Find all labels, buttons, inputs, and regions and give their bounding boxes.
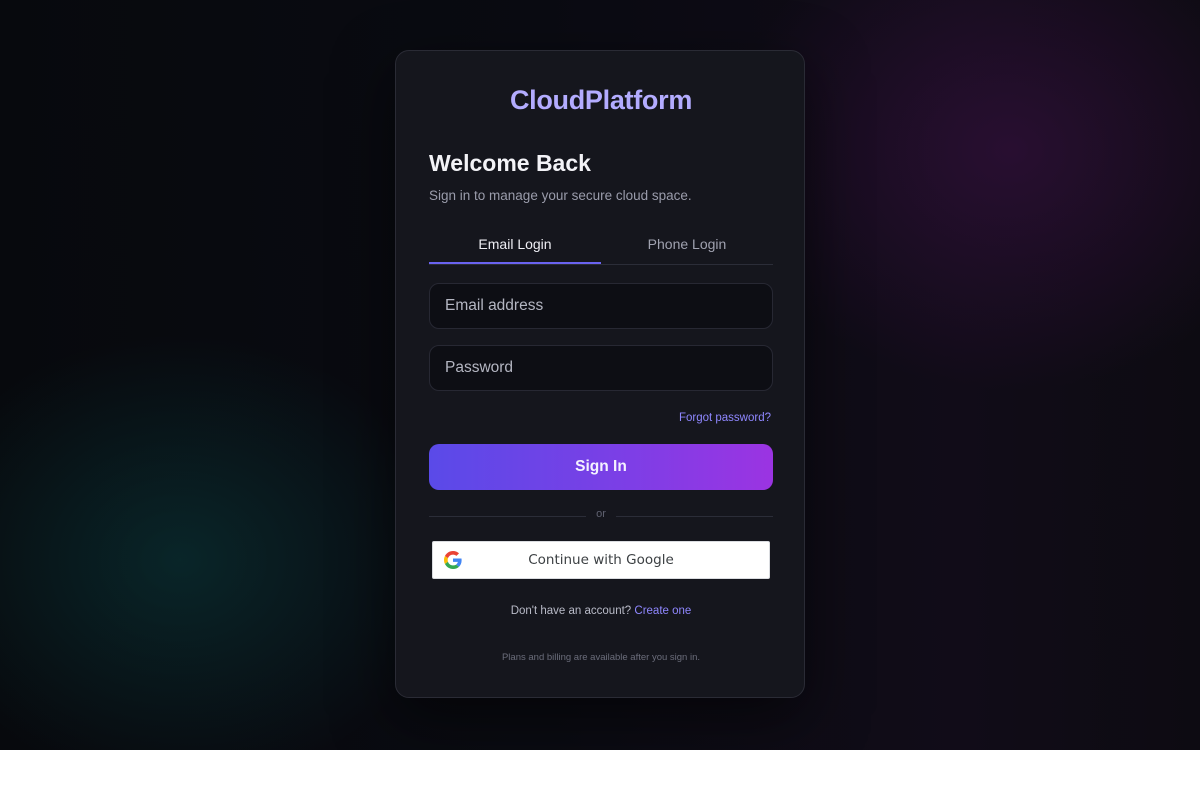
password-field[interactable] <box>429 345 773 391</box>
continue-with-google-button[interactable]: Continue with Google <box>432 541 770 579</box>
email-field[interactable] <box>429 283 773 329</box>
login-card: CloudPlatform Welcome Back Sign in to ma… <box>395 50 805 698</box>
page-background: CloudPlatform Welcome Back Sign in to ma… <box>0 0 1200 750</box>
forgot-password-link[interactable]: Forgot password? <box>679 412 771 424</box>
or-divider: or <box>429 508 773 524</box>
login-method-tabs: Email Login Phone Login <box>429 229 773 265</box>
page-subtitle: Sign in to manage your secure cloud spac… <box>429 188 692 203</box>
signup-prompt-text: Don't have an account? <box>510 605 632 617</box>
brand-logo-text: CloudPlatform <box>509 85 693 115</box>
signup-prompt: Don't have an account? Create one <box>396 605 806 617</box>
divider-label: or <box>596 508 606 520</box>
divider-line-right <box>616 516 773 517</box>
tab-email-login[interactable]: Email Login <box>429 229 601 262</box>
page-title: Welcome Back <box>429 150 591 176</box>
create-account-link[interactable]: Create one <box>634 605 691 617</box>
google-button-label: Continue with Google <box>528 552 674 568</box>
sign-in-button[interactable]: Sign In <box>429 444 773 490</box>
active-tab-indicator <box>429 262 601 264</box>
billing-footnote: Plans and billing are available after yo… <box>501 652 701 663</box>
tab-phone-login[interactable]: Phone Login <box>601 229 773 262</box>
